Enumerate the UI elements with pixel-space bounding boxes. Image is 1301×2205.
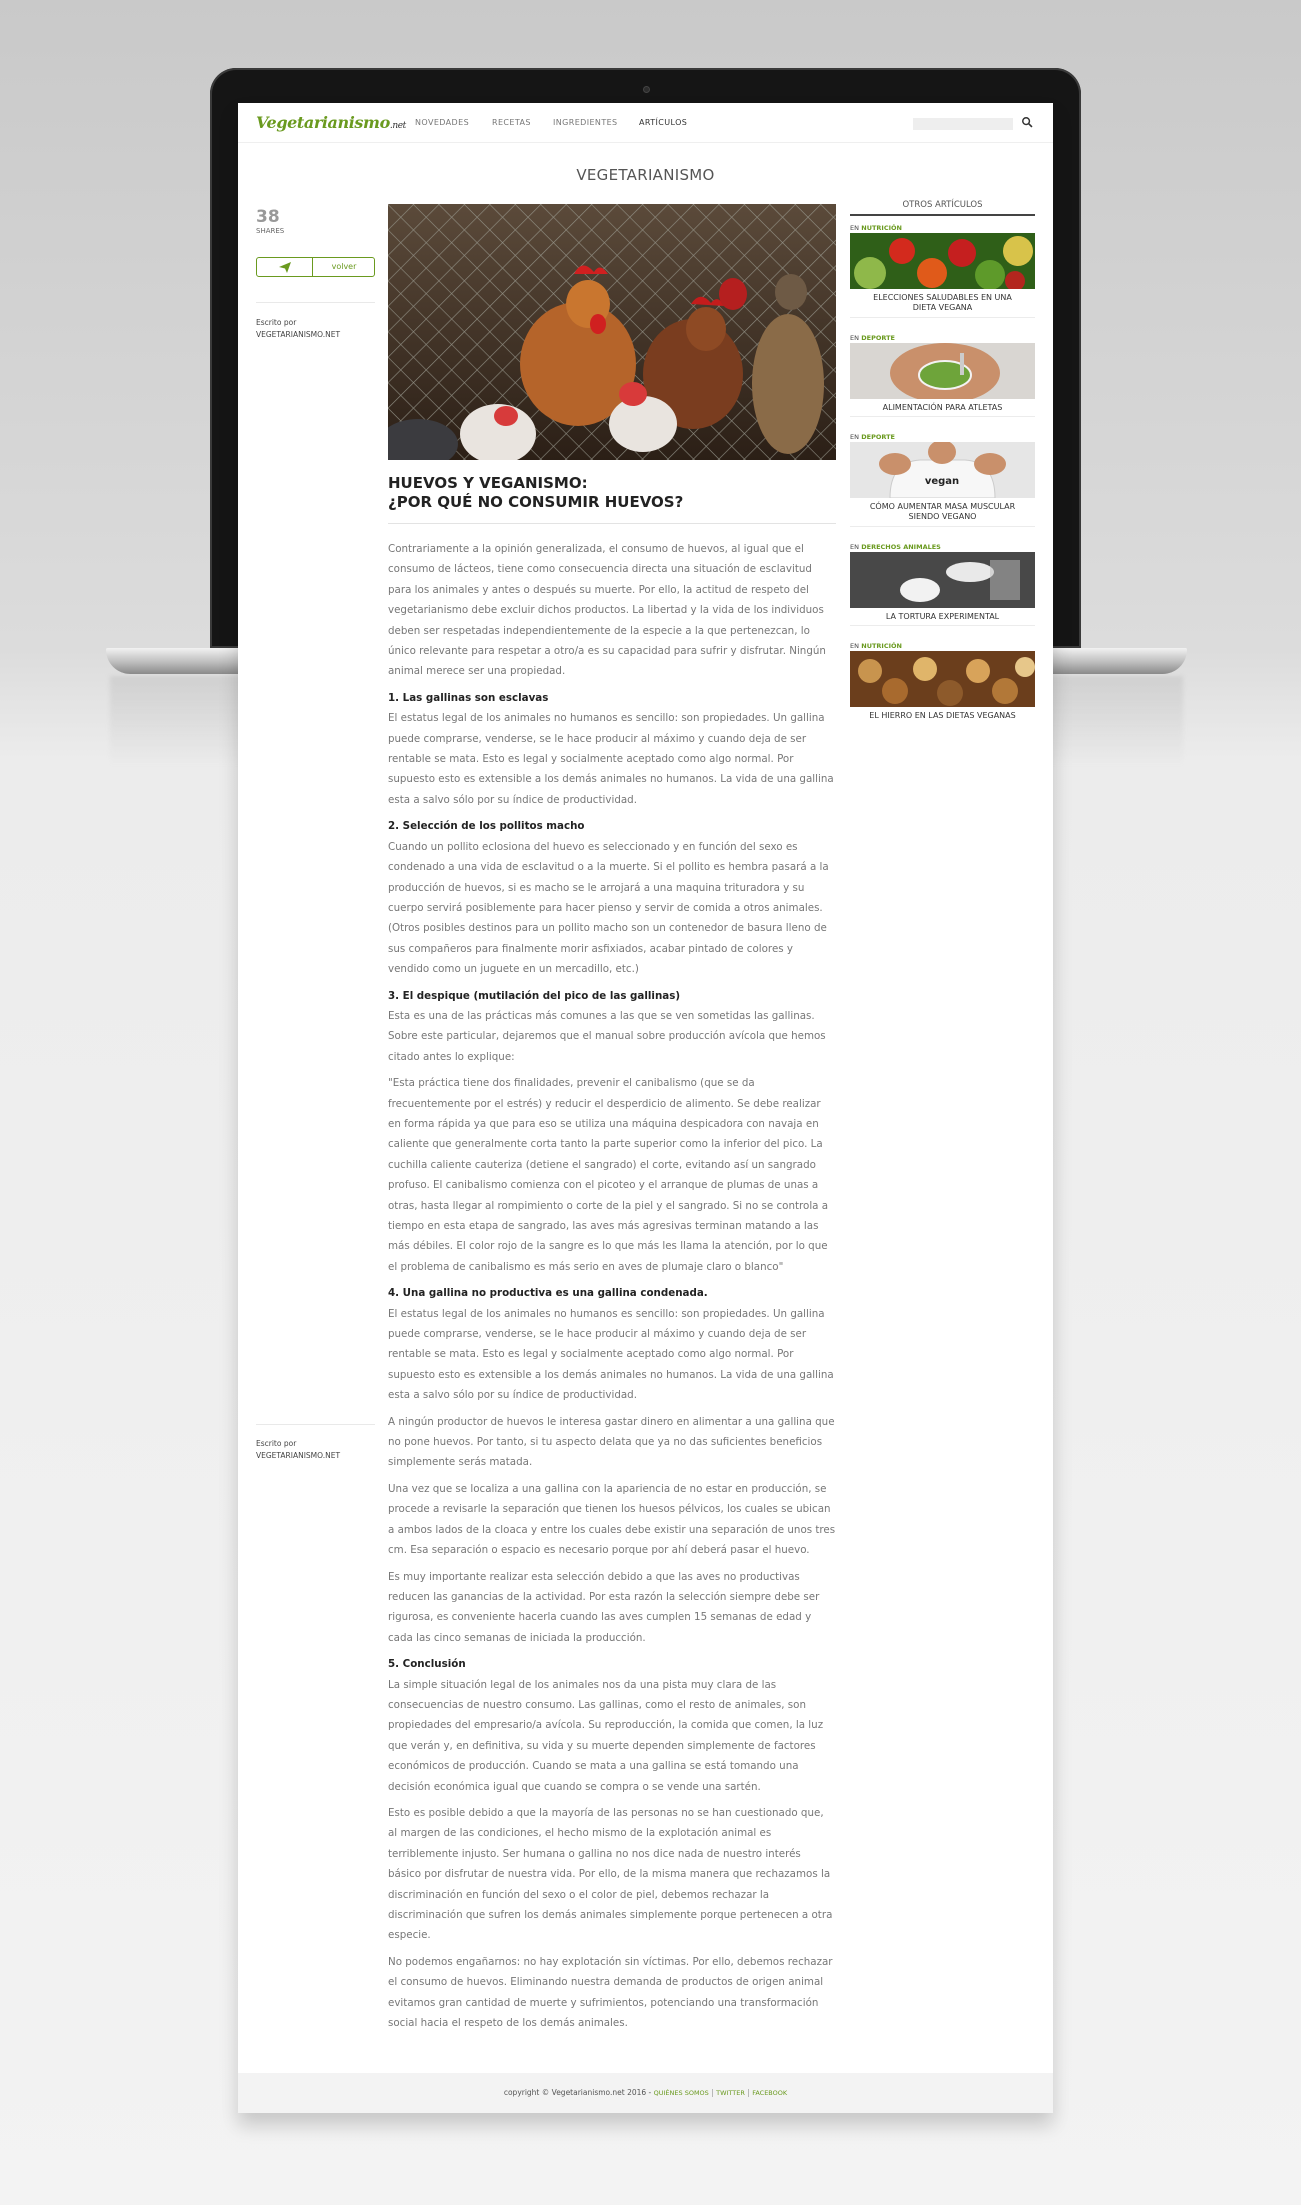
- sidebar-divider: [850, 625, 1035, 626]
- nav-novedades[interactable]: NOVEDADES: [415, 118, 469, 127]
- search-icon[interactable]: [1021, 116, 1034, 129]
- category-prefix: EN: [850, 543, 859, 551]
- sidebar-article-1[interactable]: EN NUTRICIÓN ELECCIONES SALUDABLES EN UN…: [850, 224, 1035, 313]
- paragraph: Contrariamente a la opinión generalizada…: [388, 543, 826, 678]
- article-body: Contrariamente a la opinión generalizada…: [388, 539, 836, 2039]
- paragraph: Es muy importante realizar esta selecció…: [388, 1570, 820, 1644]
- footer-separator: |: [711, 2088, 714, 2097]
- author-block-bottom: Escrito por VEGETARIANISMO.NET: [256, 1438, 340, 1462]
- footer: copyright © Vegetarianismo.net 2016 - QU…: [238, 2073, 1053, 2113]
- article-category[interactable]: EN DERECHOS ANIMALES: [850, 543, 1035, 552]
- article-category[interactable]: EN NUTRICIÓN: [850, 224, 1035, 233]
- share-box: volver: [256, 257, 375, 277]
- paragraph: El estatus legal de los animales no huma…: [388, 712, 834, 806]
- vegetables-thumbnail[interactable]: [850, 233, 1035, 289]
- paragraph: No podemos engañarnos: no hay explotació…: [388, 1955, 833, 2030]
- search-input[interactable]: [913, 118, 1013, 130]
- nuts-legumes-thumbnail[interactable]: [850, 651, 1035, 707]
- site-logo[interactable]: Vegetarianismo.net: [256, 113, 406, 132]
- volver-button[interactable]: volver: [312, 258, 375, 276]
- section-heading: 5. Conclusión: [388, 1658, 466, 1671]
- article-category[interactable]: EN DEPORTE: [850, 433, 1035, 442]
- web-page: Vegetarianismo.net NOVEDADES RECETAS ING…: [238, 103, 1053, 2113]
- footer-separator: |: [747, 2088, 750, 2097]
- vegan-bodybuilder-thumbnail[interactable]: vegan: [850, 442, 1035, 498]
- sidebar-article-4[interactable]: EN DERECHOS ANIMALES LA TORTURA EXPERIME…: [850, 543, 1035, 622]
- author-name[interactable]: VEGETARIANISMO.NET: [256, 329, 340, 341]
- article-title[interactable]: ALIMENTACIÓN PARA ATLETAS: [850, 403, 1035, 413]
- category-prefix: EN: [850, 334, 859, 342]
- section-heading: 4. Una gallina no productiva es una gall…: [388, 1287, 708, 1300]
- section-heading: 3. El despique (mutilación del pico de l…: [388, 989, 681, 1002]
- article-title[interactable]: ELECCIONES SALUDABLES EN UNA DIETA VEGAN…: [850, 293, 1035, 313]
- title-line-1: HUEVOS Y VEGANISMO:: [388, 474, 588, 492]
- footer-link-quienes-somos[interactable]: QUIÉNES SOMOS: [654, 2089, 709, 2097]
- author-label: Escrito por: [256, 318, 297, 327]
- share-label: SHARES: [256, 227, 285, 235]
- footer-link-facebook[interactable]: FACEBOOK: [752, 2089, 787, 2097]
- article-category[interactable]: EN NUTRICIÓN: [850, 642, 1035, 651]
- paragraph: Una vez que se localiza a una gallina co…: [388, 1482, 836, 1557]
- top-navigation: Vegetarianismo.net NOVEDADES RECETAS ING…: [238, 103, 1053, 143]
- category-name: DEPORTE: [861, 334, 895, 342]
- section-heading: 2. Selección de los pollitos macho: [388, 820, 585, 833]
- left-divider-bottom: [256, 1424, 375, 1425]
- sidebar-title: OTROS ARTÍCULOS: [850, 200, 1035, 216]
- category-name: NUTRICIÓN: [861, 224, 902, 232]
- category-name: DERECHOS ANIMALES: [861, 543, 941, 551]
- article-title[interactable]: LA TORTURA EXPERIMENTAL: [850, 612, 1035, 622]
- hero-image-hens: [388, 204, 836, 460]
- shirt-text: vegan: [925, 476, 959, 487]
- article-category[interactable]: EN DEPORTE: [850, 334, 1035, 343]
- category-prefix: EN: [850, 433, 859, 441]
- sidebar-article-2[interactable]: EN DEPORTE ALIMENTACIÓN PARA ATLETAS: [850, 334, 1035, 413]
- nav-recetas[interactable]: RECETAS: [492, 118, 531, 127]
- sidebar-article-5[interactable]: EN NUTRICIÓN EL HIERRO EN LAS DIETAS VEG…: [850, 642, 1035, 721]
- logo-suffix: .net: [389, 121, 406, 131]
- category-name: NUTRICIÓN: [861, 642, 902, 650]
- nav-articulos[interactable]: ARTÍCULOS: [639, 118, 687, 127]
- paragraph: La simple situación legal de los animale…: [388, 1678, 824, 1793]
- title-divider: [388, 523, 836, 524]
- sidebar-divider: [850, 416, 1035, 417]
- sidebar-divider: [850, 317, 1035, 318]
- category-prefix: EN: [850, 642, 859, 650]
- share-count: 38: [256, 207, 280, 227]
- sidebar-divider: [850, 526, 1035, 527]
- athlete-salad-thumbnail[interactable]: [850, 343, 1035, 399]
- article-title: HUEVOS Y VEGANISMO: ¿POR QUÉ NO CONSUMIR…: [388, 474, 836, 512]
- webcam: [643, 86, 650, 93]
- quote-paragraph: "Esta práctica tiene dos finalidades, pr…: [388, 1077, 829, 1273]
- paragraph: Esto es posible debido a que la mayoría …: [388, 1806, 833, 1942]
- author-label: Escrito por: [256, 1439, 297, 1448]
- category-name: DEPORTE: [861, 433, 895, 441]
- paragraph: El estatus legal de los animales no huma…: [388, 1307, 834, 1402]
- section-heading: 1. Las gallinas son esclavas: [388, 691, 549, 704]
- logo-text: Vegetarianismo: [256, 113, 390, 132]
- paper-plane-icon[interactable]: [279, 262, 291, 273]
- article-title[interactable]: EL HIERRO EN LAS DIETAS VEGANAS: [850, 711, 1035, 721]
- article-title[interactable]: CÓMO AUMENTAR MASA MUSCULAR SIENDO VEGAN…: [850, 502, 1035, 522]
- left-divider: [256, 302, 375, 303]
- paragraph: Esta es una de las prácticas más comunes…: [388, 1009, 826, 1063]
- section-title: VEGETARIANISMO: [576, 166, 715, 184]
- animal-testing-thumbnail[interactable]: [850, 552, 1035, 608]
- nav-ingredientes[interactable]: INGREDIENTES: [553, 118, 618, 127]
- footer-copyright: copyright © Vegetarianismo.net 2016 -: [503, 2088, 652, 2097]
- author-block: Escrito por VEGETARIANISMO.NET: [256, 317, 340, 341]
- title-line-2: ¿POR QUÉ NO CONSUMIR HUEVOS?: [388, 493, 684, 511]
- category-prefix: EN: [850, 224, 859, 232]
- paragraph: A ningún productor de huevos le interesa…: [388, 1415, 835, 1469]
- paragraph: Cuando un pollito eclosiona del huevo es…: [388, 840, 829, 976]
- footer-link-twitter[interactable]: TWITTER: [716, 2089, 745, 2097]
- author-name[interactable]: VEGETARIANISMO.NET: [256, 1450, 340, 1462]
- sidebar-article-3[interactable]: EN DEPORTE vegan CÓMO AUMENTAR MASA MUSC…: [850, 433, 1035, 522]
